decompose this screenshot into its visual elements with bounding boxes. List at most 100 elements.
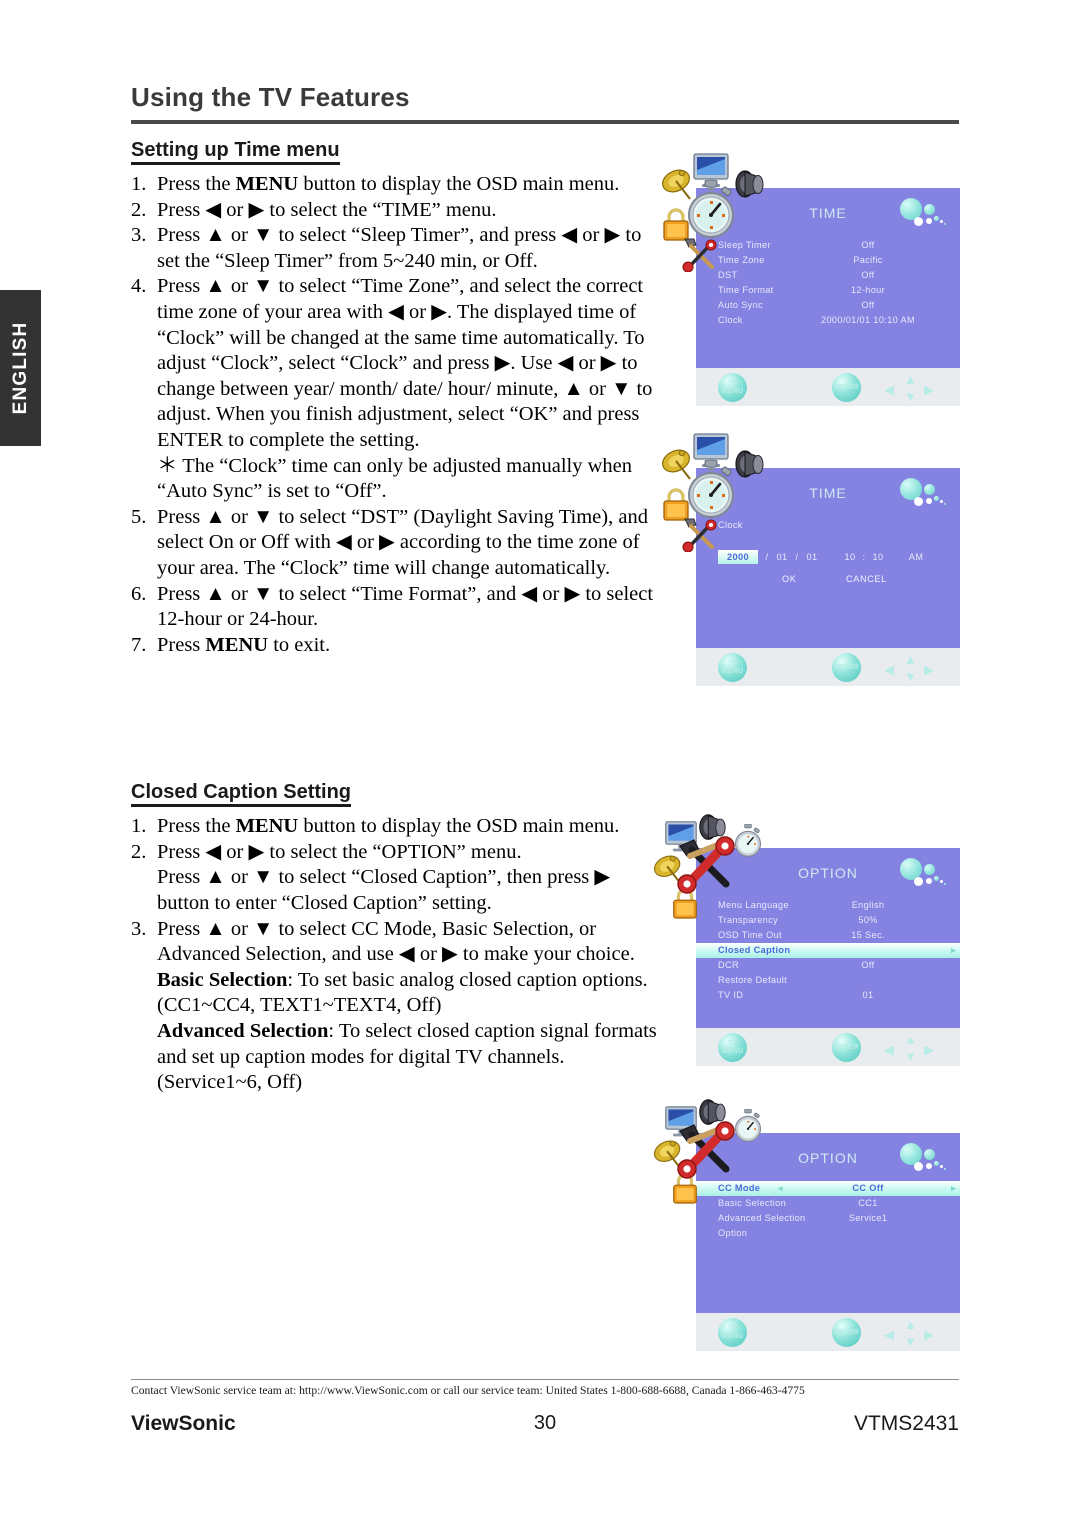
chevron-right-icon[interactable]: ▸: [951, 1181, 956, 1196]
osd-nav-bar: TV MENU ENTER ◀ ▲ ▼ ▶: [696, 368, 960, 406]
osd-row[interactable]: OSD Time Out 15 Sec.: [696, 928, 960, 943]
bubble-decoration-icon: [900, 1143, 946, 1175]
dpad-icon[interactable]: ◀ ▲ ▼ ▶: [884, 372, 940, 404]
list-item-text: Press ▲ or ▼ to select “Closed Caption”,…: [157, 866, 611, 915]
list-item-note: ＊ The “Clock” time can only be adjusted …: [131, 454, 658, 505]
osd-row-key: TV ID: [718, 990, 744, 1000]
enter-button[interactable]: ENTER: [832, 373, 861, 402]
osd-row-value: Pacific: [853, 255, 883, 265]
dpad-left-icon: ◀: [884, 1327, 894, 1342]
tv-menu-button[interactable]: TV MENU: [718, 653, 747, 682]
osd-row-key: OSD Time Out: [718, 930, 782, 940]
clock-date-field[interactable]: 01: [804, 550, 820, 564]
osd-icon-cluster-time: [660, 152, 770, 272]
dpad-icon[interactable]: ◀ ▲ ▼ ▶: [884, 1317, 940, 1349]
list-item-text: Press ▲ or ▼ to select “Sleep Timer”, an…: [157, 224, 642, 272]
osd-icon-cluster-time: [660, 432, 770, 552]
osd-row-key: Auto Sync: [718, 300, 764, 310]
dpad-icon[interactable]: ◀ ▲ ▼ ▶: [884, 1032, 940, 1064]
enter-button[interactable]: ENTER: [832, 653, 861, 682]
osd-nav-bar: TV MENU ENTER ◀ ▲ ▼ ▶: [696, 1028, 960, 1066]
osd-nav-bar: TV MENU ENTER ◀ ▲ ▼ ▶: [696, 1313, 960, 1351]
osd-row-value: English: [851, 900, 885, 910]
enter-button[interactable]: ENTER: [832, 1033, 861, 1062]
list-item: 4. Press ▲ or ▼ to select “Time Zone”, a…: [131, 274, 658, 453]
osd-row-value: CC1: [858, 1198, 878, 1208]
osd-nav-bar: TV MENU ENTER ◀ ▲ ▼ ▶: [696, 648, 960, 686]
dpad-down-icon: ▼: [904, 389, 917, 404]
tools-icon: [677, 1121, 735, 1179]
list-item-number: 3.: [131, 917, 147, 940]
osd-row[interactable]: DCR Off: [696, 958, 960, 973]
section-heading-time: Setting up Time menu: [131, 124, 340, 165]
basic-selection-label: Basic Selection: [157, 968, 288, 991]
stopwatch-icon: [688, 180, 734, 238]
ok-button[interactable]: OK: [782, 572, 796, 586]
time-steps-list: 1. Press the MENU button to display the …: [131, 172, 658, 658]
tv-menu-label-line2: MENU: [721, 1332, 744, 1340]
page-number: 30: [533, 1412, 557, 1434]
osd-row[interactable]: Restore Default: [696, 973, 960, 988]
dpad-up-icon: ▲: [904, 1317, 917, 1332]
bubble-decoration-icon: [900, 478, 946, 510]
dpad-down-icon: ▼: [904, 669, 917, 684]
osd-row[interactable]: Option: [696, 1226, 960, 1241]
tv-menu-button[interactable]: TV MENU: [718, 373, 747, 402]
clock-edit-row[interactable]: 2000 / 01 / 01 10 : 10 AM: [718, 550, 948, 564]
osd-row[interactable]: Advanced Selection Service1: [696, 1211, 960, 1226]
osd-row-selected[interactable]: Closed Caption ▸: [696, 943, 960, 958]
tv-menu-button[interactable]: TV MENU: [718, 1318, 747, 1347]
list-item-number: 4.: [131, 275, 147, 298]
tv-menu-label-line1: TV: [727, 1325, 738, 1332]
osd-row[interactable]: DST Off: [696, 268, 960, 283]
osd-row[interactable]: TV ID 01: [696, 988, 960, 1003]
dpad-icon[interactable]: ◀ ▲ ▼ ▶: [884, 652, 940, 684]
page-body: Using the TV Features Setting up Time me…: [131, 0, 961, 1527]
stopwatch-icon: [688, 460, 734, 518]
list-item-text: Press ◀ or ▶ to select the “OPTION” menu…: [157, 840, 522, 863]
osd-row[interactable]: Clock 2000/01/01 10:10 AM: [696, 313, 960, 328]
clock-hour-field[interactable]: 10: [842, 550, 858, 564]
osd-row-key: Restore Default: [718, 975, 788, 985]
dpad-up-icon: ▲: [904, 652, 917, 667]
clock-year-field[interactable]: 2000: [718, 550, 758, 564]
tools-icon: [682, 238, 717, 272]
dpad-right-icon: ▶: [924, 1042, 934, 1057]
osd-row-value: 15 Sec.: [851, 930, 885, 940]
tv-menu-button[interactable]: TV MENU: [718, 1033, 747, 1062]
list-item-number: 6.: [131, 582, 147, 605]
cc-steps-list: 1. Press the MENU button to display the …: [131, 814, 658, 1096]
list-item: 6. Press ▲ or ▼ to select “Time Format”,…: [131, 582, 658, 633]
osd-row-value: CC Off: [852, 1183, 884, 1193]
osd-row-key: Advanced Selection: [718, 1213, 806, 1223]
list-item: 5. Press ▲ or ▼ to select “DST” (Dayligh…: [131, 505, 658, 582]
list-item-number: 3.: [131, 224, 147, 247]
osd-row[interactable]: Auto Sync Off: [696, 298, 960, 313]
dpad-left-icon: ◀: [884, 662, 894, 677]
tv-menu-label-line1: TV: [727, 1040, 738, 1047]
tools-icon: [682, 518, 717, 552]
enter-button[interactable]: ENTER: [832, 1318, 861, 1347]
clock-separator-1: /: [765, 552, 769, 562]
osd-icon-cluster-option: [653, 812, 770, 922]
list-item-text: Press the MENU button to display the OSD…: [157, 815, 620, 838]
osd-row-value: Off: [861, 240, 875, 250]
chevron-left-icon[interactable]: ◂: [778, 1181, 783, 1196]
advanced-selection-label: Advanced Selection: [157, 1020, 329, 1043]
list-item-number: 1.: [131, 173, 147, 195]
bubble-decoration-icon: [900, 858, 946, 890]
clock-month-field[interactable]: 01: [774, 550, 790, 564]
chevron-right-icon[interactable]: ▸: [951, 943, 956, 958]
clock-meridiem-field[interactable]: AM: [906, 550, 926, 564]
list-item-number: 2.: [131, 198, 147, 221]
language-tab-english: ENGLISH: [0, 290, 41, 446]
clock-action-row: OK CANCEL: [718, 572, 948, 586]
enter-label: ENTER: [833, 1043, 860, 1051]
clock-minute-field[interactable]: 10: [870, 550, 886, 564]
cancel-button[interactable]: CANCEL: [846, 572, 887, 586]
page-title: Using the TV Features: [131, 82, 410, 112]
list-item-text: Press the MENU button to display the OSD…: [157, 173, 620, 195]
tools-icon: [677, 836, 735, 894]
tv-menu-label-line2: MENU: [721, 667, 744, 675]
osd-row[interactable]: Time Format 12-hour: [696, 283, 960, 298]
